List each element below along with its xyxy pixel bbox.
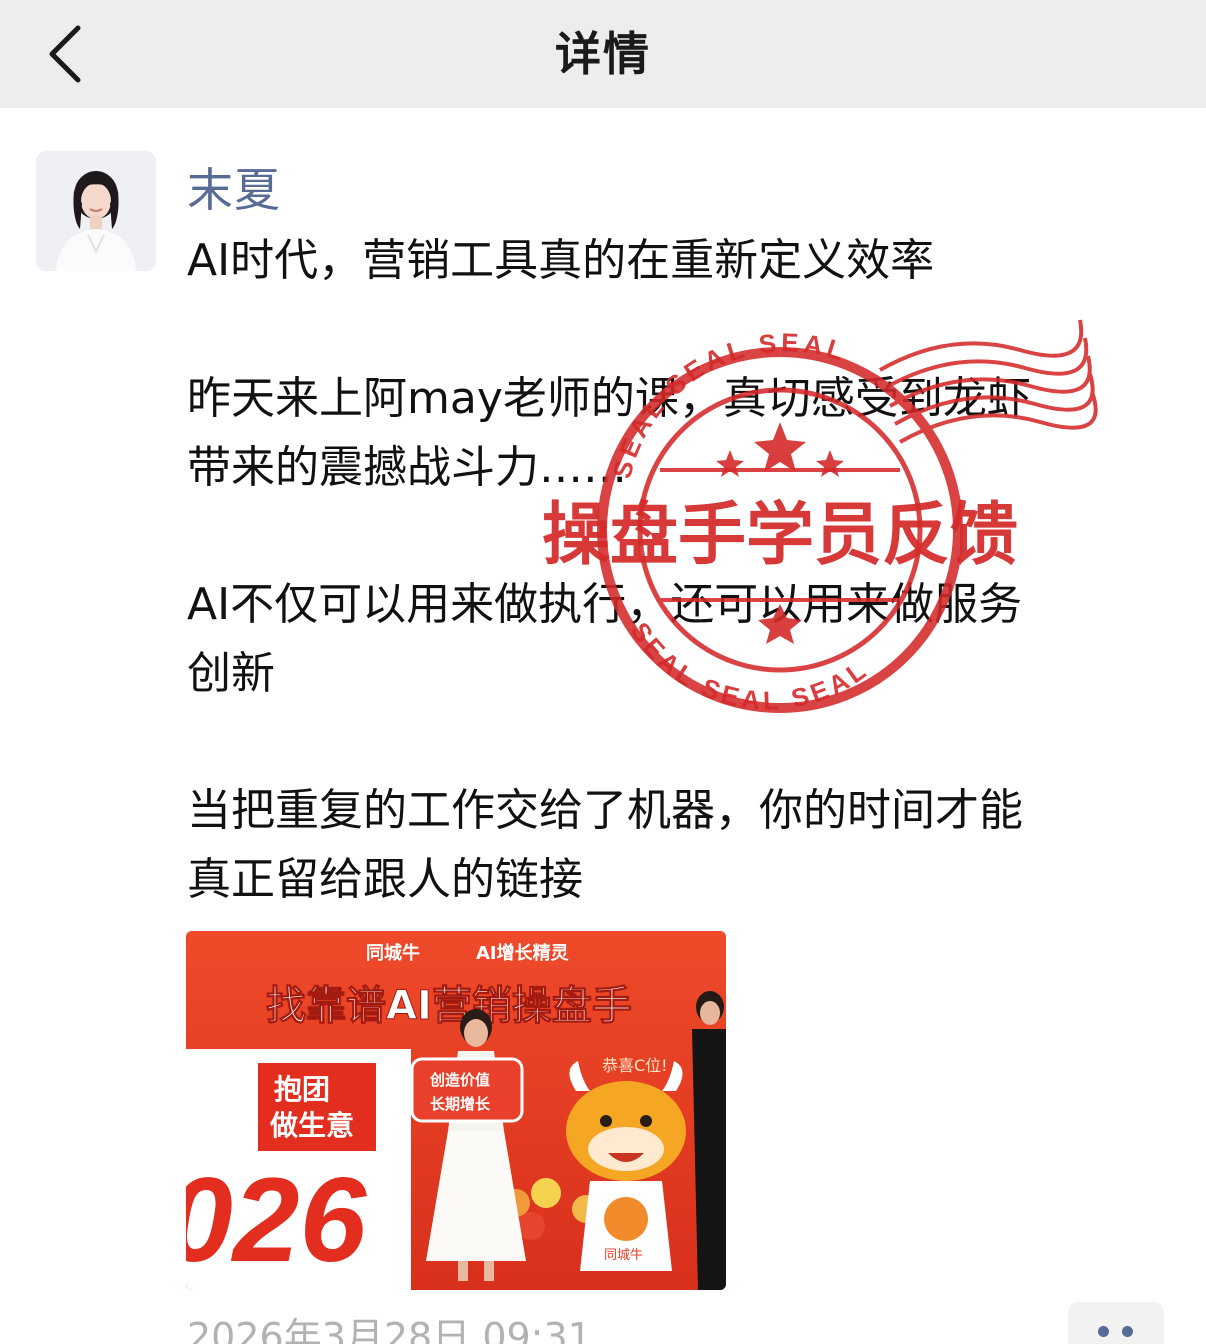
post-line: 当把重复的工作交给了机器，你的时间才能 <box>187 785 1023 836</box>
post-line: 创新 <box>187 648 275 699</box>
photo-sign-text-1: 抱团 <box>274 1073 330 1106</box>
photo-placard-line-1: 创造价值 <box>429 1071 490 1089</box>
more-actions-button[interactable] <box>1068 1302 1164 1344</box>
avatar-image <box>36 151 156 271</box>
photo-headline-text: 找靠谱AI营销操盘手 <box>266 983 632 1029</box>
photo-side-text: 恭喜C位! <box>602 1056 668 1075</box>
post-timestamp: 2026年3月28日 09:31 <box>187 1315 592 1344</box>
post-line: AI不仅可以用来做执行，还可以用来做服务 <box>187 579 1023 630</box>
photo-sub-brand-text: AI增长精灵 <box>476 942 570 964</box>
post-line: 真正留给跟人的链接 <box>187 854 583 905</box>
photo-year-text: 026 <box>186 1153 367 1287</box>
moments-detail-page: 详情 末夏 AI时代，营销工具真的在重新定义效率 昨天来上阿may老师的课，真切… <box>0 0 1206 1344</box>
avatar[interactable] <box>36 151 156 271</box>
photo-mascot-label: 同城牛 <box>604 1248 643 1263</box>
stamp-main-text: 操盘手学员反馈 <box>542 496 1018 575</box>
post-paragraph-2: 昨天来上阿may老师的课，真切感受到龙虾 带来的震撼战斗力…… <box>187 364 1177 502</box>
photo-sign-text-2: 做生意 <box>269 1109 354 1142</box>
post-paragraph-3: AI不仅可以用来做执行，还可以用来做服务 创新 <box>187 570 1177 708</box>
post-photo[interactable]: 同城牛 AI增长精灵 找靠谱AI营销操盘手 抱团 做生意 026 创造价值 长期… <box>186 931 726 1290</box>
post-paragraph-1: AI时代，营销工具真的在重新定义效率 <box>187 226 1177 295</box>
photo-image: 同城牛 AI增长精灵 找靠谱AI营销操盘手 抱团 做生意 026 创造价值 长期… <box>186 931 726 1290</box>
author-name[interactable]: 末夏 <box>187 154 281 220</box>
photo-brand-text: 同城牛 <box>366 942 420 964</box>
post-line: 带来的震撼战斗力…… <box>187 442 627 493</box>
nav-bar: 详情 <box>0 0 1206 108</box>
post-line: 昨天来上阿may老师的课，真切感受到龙虾 <box>187 373 1031 424</box>
post-line: AI时代，营销工具真的在重新定义效率 <box>187 235 935 286</box>
page-title: 详情 <box>555 27 651 81</box>
post-paragraph-4: 当把重复的工作交给了机器，你的时间才能 真正留给跟人的链接 <box>187 776 1177 914</box>
photo-placard-line-2: 长期增长 <box>430 1095 491 1113</box>
